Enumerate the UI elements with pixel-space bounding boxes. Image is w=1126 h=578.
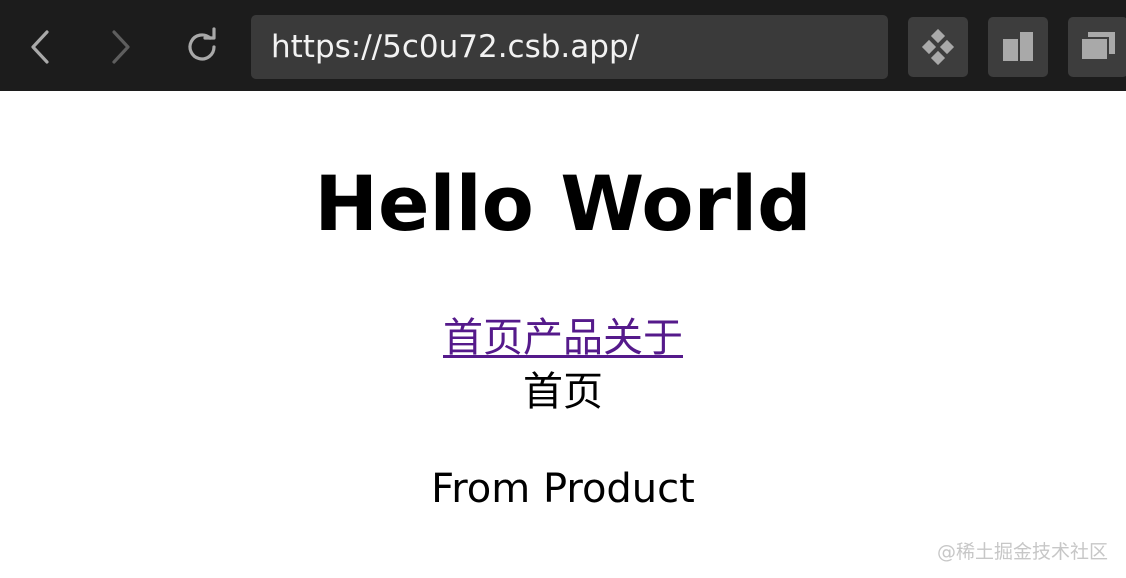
nav-links: 首页产品关于 bbox=[0, 313, 1126, 363]
watermark-text: @稀土掘金技术社区 bbox=[936, 541, 1108, 563]
page-heading: Hello World bbox=[314, 159, 812, 248]
link-home[interactable]: 首页 bbox=[443, 315, 523, 361]
from-text: From Product bbox=[431, 466, 695, 512]
back-button[interactable] bbox=[18, 24, 64, 70]
current-view-text: 首页 bbox=[523, 369, 603, 415]
address-bar[interactable]: https://5c0u72.csb.app/ bbox=[251, 15, 888, 79]
chevron-left-icon bbox=[31, 30, 49, 64]
link-about[interactable]: 关于 bbox=[603, 315, 683, 361]
reload-icon bbox=[188, 27, 216, 61]
forward-button[interactable] bbox=[97, 24, 143, 70]
windows-button[interactable] bbox=[1068, 17, 1126, 77]
chevron-right-icon bbox=[112, 30, 130, 64]
split-view-button[interactable] bbox=[988, 17, 1048, 77]
split-panel-icon bbox=[1003, 32, 1033, 61]
browser-toolbar: https://5c0u72.csb.app/ bbox=[0, 0, 1126, 91]
windows-icon bbox=[1080, 32, 1115, 61]
devtools-button[interactable] bbox=[908, 17, 968, 77]
page-content: Hello World 首页产品关于 首页 From Product @稀土掘金… bbox=[0, 91, 1126, 578]
url-text: https://5c0u72.csb.app/ bbox=[271, 29, 640, 65]
link-product[interactable]: 产品 bbox=[523, 315, 603, 361]
reload-button[interactable] bbox=[180, 24, 226, 70]
diamond-grid-icon bbox=[921, 29, 955, 65]
